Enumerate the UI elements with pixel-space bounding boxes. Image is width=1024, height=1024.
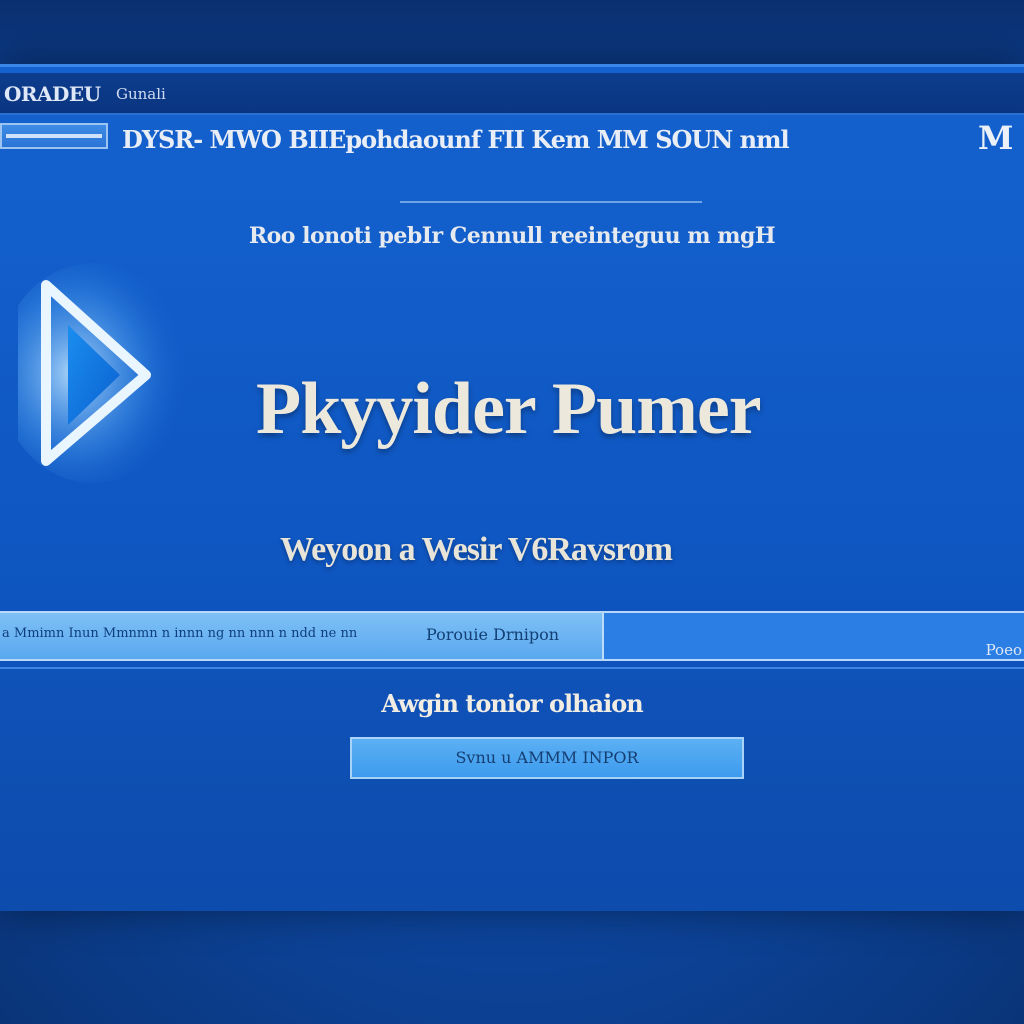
menu-field[interactable] <box>0 123 108 149</box>
tagline: Weyoon a Wesir V6Ravsrom <box>280 531 673 568</box>
status-text-left: a Mmimn Inun Mmnmn n innn ng nn nnn n nd… <box>2 626 358 641</box>
menu-mark: M <box>978 119 1014 157</box>
info-label: Awgin tonior olhaion <box>381 689 643 718</box>
menu-bar: DYSR- MWO BIIEpohdaounf FII Kem MM SOUN … <box>0 117 1024 157</box>
status-text-mid: Porouie Drnipon <box>426 625 560 644</box>
desktop-top-band <box>0 0 1024 64</box>
status-text-right[interactable]: Poeo <box>986 641 1022 659</box>
menu-text[interactable]: DYSR- MWO BIIEpohdaounf FII Kem MM SOUN … <box>122 125 790 154</box>
app-name: Pkyyider Pumer <box>256 368 762 450</box>
window-title-sub: Gunali <box>116 85 166 103</box>
title-bar[interactable]: ORADEU Gunali <box>0 73 1024 115</box>
progress-bar: a Mmimn Inun Mmnmn n innn ng nn nnn n nd… <box>0 611 1024 665</box>
installer-window: ORADEU Gunali DYSR- MWO BIIEpohdaounf FI… <box>0 64 1024 911</box>
action-button[interactable]: Svnu u AMMM INPOR <box>350 737 744 779</box>
subtitle: Roo lonoti pebIr Cennull reeinteguu m mg… <box>248 223 776 249</box>
play-triangle-icon <box>18 263 188 483</box>
header-divider <box>400 201 702 203</box>
window-title: ORADEU <box>4 82 101 106</box>
